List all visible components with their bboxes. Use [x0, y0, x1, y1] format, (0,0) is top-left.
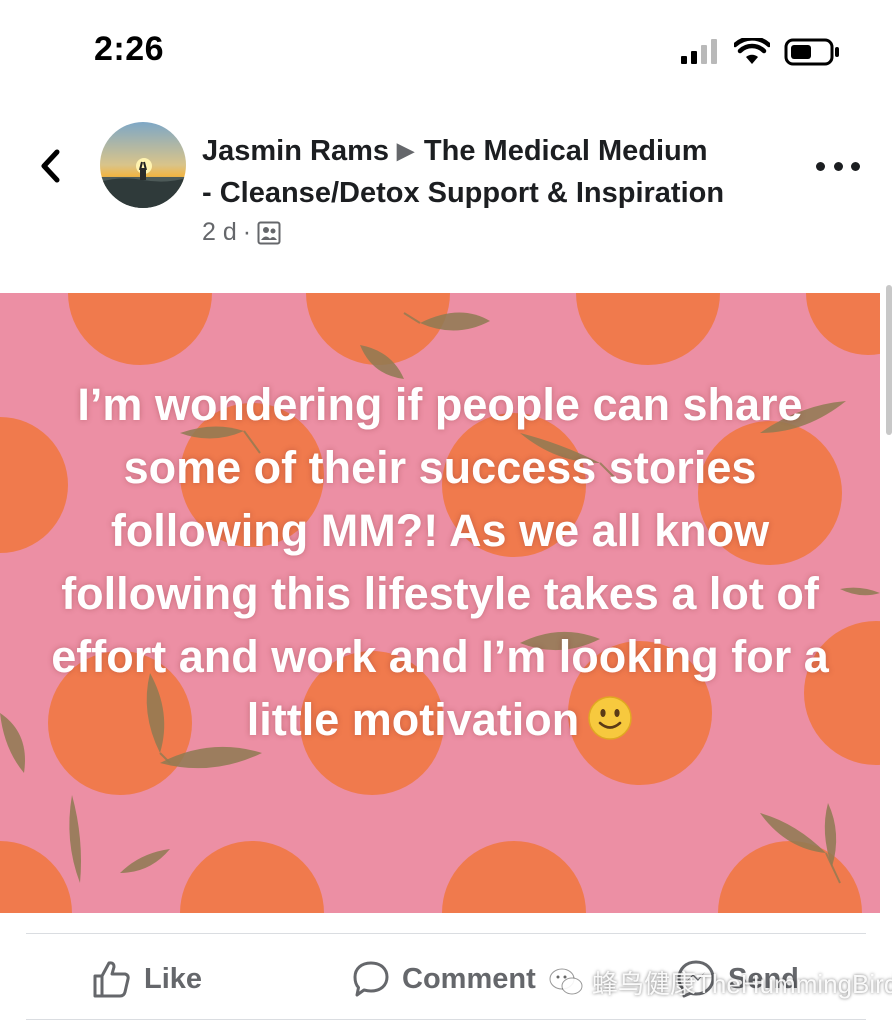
- group-audience-icon: [257, 221, 281, 244]
- status-bar: 2:26: [0, 0, 892, 100]
- more-dot-icon: [833, 161, 843, 171]
- watermark-text: 蜂鸟健康TheHummingBird: [592, 968, 892, 999]
- status-icons: [680, 36, 840, 68]
- wifi-icon: [734, 38, 770, 64]
- post-text: I’m wondering if people can share some o…: [40, 373, 840, 751]
- battery-icon: [784, 38, 839, 66]
- wechat-icon: [549, 968, 583, 995]
- status-time: 2:26: [94, 30, 165, 68]
- back-button[interactable]: [30, 146, 70, 186]
- more-options-button[interactable]: [816, 154, 860, 178]
- group-name-line-1[interactable]: The Medical Medium: [424, 135, 708, 167]
- group-name-line-2[interactable]: - Cleanse/Detox Support & Inspiration: [202, 172, 802, 214]
- more-dot-icon: [851, 161, 860, 171]
- title-line-1: Jasmin Rams ▶ The Medical Medium: [202, 130, 802, 172]
- chevron-left-icon: [41, 149, 60, 183]
- play-arrow-icon: ▶: [397, 138, 414, 163]
- post-meta: 2 d ·: [202, 218, 281, 247]
- like-label: Like: [144, 962, 203, 995]
- avatar-photo: [100, 122, 186, 208]
- avatar[interactable]: [100, 122, 186, 208]
- author-name[interactable]: Jasmin Rams: [202, 135, 389, 167]
- scrollbar[interactable]: [886, 285, 892, 435]
- slightly-smiling-face-icon: [588, 696, 632, 740]
- post-timestamp[interactable]: 2 d: [202, 218, 237, 247]
- post-content-card[interactable]: I’m wondering if people can share some o…: [0, 293, 880, 913]
- thumbs-up-icon: [93, 961, 130, 998]
- watermark: 蜂鸟健康TheHummingBird: [548, 962, 892, 1002]
- cellular-signal-icon: [681, 39, 717, 64]
- post-header: Jasmin Rams ▶ The Medical Medium - Cleanse…: [0, 112, 892, 262]
- meta-separator: ·: [242, 218, 252, 246]
- post-message: I’m wondering if people can share some o…: [51, 379, 829, 745]
- comment-label: Comment: [402, 962, 536, 995]
- post-title: Jasmin Rams ▶ The Medical Medium - Cleanse…: [202, 130, 802, 214]
- comment-bubble-icon: [353, 961, 389, 997]
- divider: [26, 933, 866, 934]
- more-dot-icon: [816, 161, 825, 171]
- comment-button[interactable]: Comment: [352, 957, 536, 1001]
- like-button[interactable]: Like: [92, 957, 202, 1001]
- bottom-divider: [26, 1019, 866, 1020]
